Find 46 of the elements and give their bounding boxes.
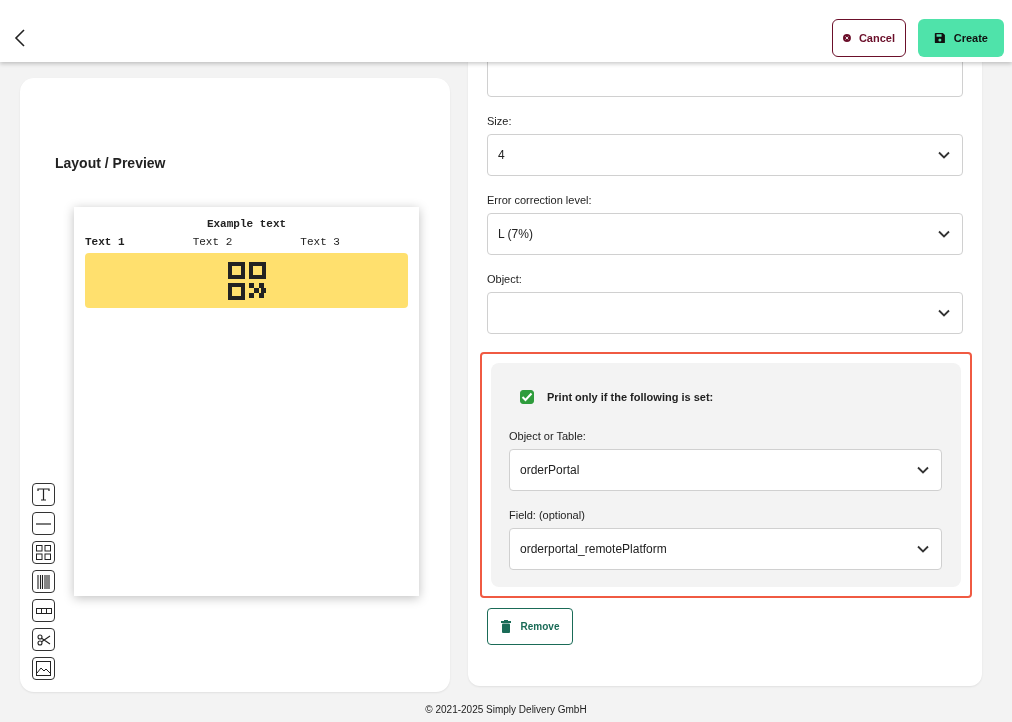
field-label: Size: (487, 115, 513, 127)
letter-t-icon (37, 488, 50, 501)
input-field[interactable] (487, 62, 963, 97)
footer-copyright: © 2021-2025 Simply Delivery GmbH (425, 704, 587, 715)
select-field[interactable]: orderPortal (509, 449, 942, 491)
checkbox-label: Print only if the following is set: (547, 391, 714, 403)
barcode-icon (37, 574, 50, 589)
chevron-down-icon (917, 466, 929, 474)
qr-code-icon (36, 545, 51, 560)
save-icon (934, 31, 946, 45)
qr-code-icon (227, 261, 266, 300)
chevron-down-icon (938, 309, 950, 317)
field-label: Object: (487, 273, 523, 285)
line-icon (36, 522, 51, 525)
image-icon (36, 661, 51, 676)
checkbox[interactable] (520, 390, 534, 404)
select-field[interactable]: 4 (487, 134, 963, 176)
cut-tool-button[interactable] (32, 628, 55, 651)
close-icon (843, 31, 851, 45)
table-row-icon (35, 607, 52, 614)
chevron-down-icon (938, 230, 950, 238)
create-button[interactable]: Create (918, 19, 1004, 57)
select-field[interactable] (487, 292, 963, 334)
example-heading: Example text (205, 218, 288, 230)
barcode-tool-button[interactable] (32, 570, 55, 593)
table-tool-button[interactable] (32, 599, 55, 622)
image-tool-button[interactable] (32, 657, 55, 680)
field-label: Object or Table: (509, 430, 587, 442)
field-label: Field: (optional) (509, 509, 586, 521)
chevron-down-icon (917, 545, 929, 553)
chevron-down-icon (938, 151, 950, 159)
column-text: Text 2 (192, 236, 234, 248)
select-field[interactable]: L (7%) (487, 213, 963, 255)
line-tool-button[interactable] (32, 512, 55, 535)
column-text: Text 3 (300, 236, 341, 248)
scissors-icon (36, 633, 51, 646)
text-tool-button[interactable] (32, 483, 55, 506)
field-label: Error correction level: (487, 194, 593, 206)
select-field[interactable]: orderportal_remotePlatform (509, 528, 942, 570)
trash-icon (500, 620, 511, 633)
qr-tool-button[interactable] (32, 541, 55, 564)
preview-title: Layout / Preview (55, 155, 167, 171)
cancel-button[interactable]: Cancel (832, 19, 906, 57)
column-text: Text 1 (85, 236, 126, 248)
remove-button[interactable]: Remove (487, 608, 573, 645)
chevron-left-icon (14, 29, 26, 47)
